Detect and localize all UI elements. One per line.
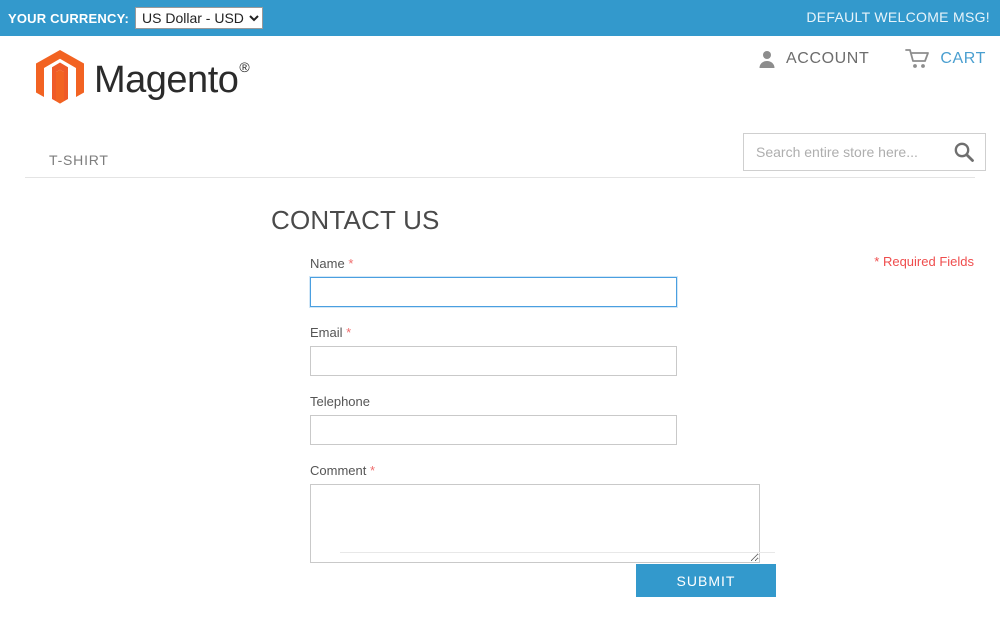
field-comment-label-text: Comment [310,463,367,478]
currency-select[interactable]: US Dollar - USD [135,7,264,29]
logo-link[interactable]: Magento® [36,50,250,106]
required-marker: * [348,256,354,271]
account-link[interactable]: ACCOUNT [757,49,869,69]
field-email-label: Email * [310,325,780,341]
page-title: CONTACT US [271,205,440,235]
field-name: Name * [310,256,780,307]
contact-form: Name * Email * Telephone Comment * [310,256,780,581]
account-link-label: ACCOUNT [786,50,870,67]
submit-button[interactable]: SUBMIT [636,564,776,597]
field-telephone-label-text: Telephone [310,394,370,409]
logo-text: Magento® [94,59,250,101]
field-name-label: Name * [310,256,780,272]
telephone-input[interactable] [310,415,677,445]
field-email-label-text: Email [310,325,343,340]
logo-registered-mark: ® [239,59,250,76]
magento-logo-icon [36,50,84,104]
form-divider [340,552,775,553]
field-comment: Comment * [310,463,780,563]
currency-switcher[interactable]: YOUR CURRENCY: US Dollar - USD [0,7,264,29]
required-marker: * [369,463,376,478]
user-icon [759,51,775,68]
currency-label: YOUR CURRENCY: [8,10,130,26]
main-navigation: T-SHIRT [25,142,975,178]
shopping-cart-icon [905,49,930,68]
field-telephone: Telephone [310,394,780,445]
nav-item-t-shirt[interactable]: T-SHIRT [25,143,135,177]
field-name-label-text: Name [310,256,345,271]
field-email: Email * [310,325,780,376]
top-utility-bar: YOUR CURRENCY: US Dollar - USD DEFAULT W… [0,0,1000,36]
required-fields-note: * Required Fields [874,254,974,269]
logo-wordmark: Magento [94,59,239,101]
name-input[interactable] [310,277,677,307]
cart-link-label: CART [940,50,986,67]
cart-link[interactable]: CART [905,48,986,70]
email-input[interactable] [310,346,677,376]
site-header: Magento® ACCOUNT CART [0,36,1000,171]
field-telephone-label: Telephone [310,394,780,410]
header-links: ACCOUNT CART [757,48,986,70]
welcome-message: DEFAULT WELCOME MSG! [806,9,990,25]
field-comment-label: Comment * [310,463,780,479]
required-marker: * [346,325,352,340]
